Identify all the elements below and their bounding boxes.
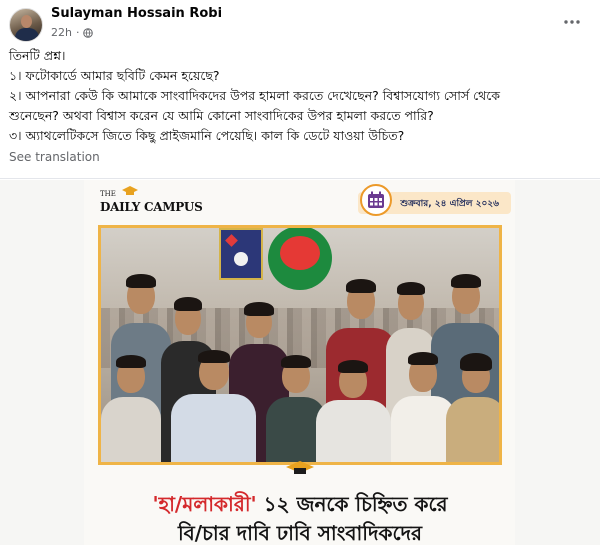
photocard: THE DAILY CAMPUS শুক্রবার, ২৪ এপ্রিল ২০২…: [84, 180, 515, 545]
post-line: ১। ফটোকার্ডে আমার ছবিটি কেমন হয়েছে?: [9, 68, 220, 83]
more-options-icon: [564, 20, 580, 24]
post-line: ২। আপনারা কেউ কি আমাকে সাংবাদিকদের উপর হ…: [9, 88, 501, 103]
chhatra-dal-emblem: [268, 228, 332, 290]
post-line: তিনটি প্রশ্ন।: [9, 48, 66, 63]
divider: [0, 178, 600, 179]
headline-red: 'হা/মলাকারী': [152, 492, 257, 516]
globe-icon: [83, 27, 94, 38]
post-text: তিনটি প্রশ্ন। ১। ফটোকার্ডে আমার ছবিটি কে…: [9, 46, 589, 146]
headline-rest: ১২ জনকে চিহ্নিত করে: [256, 492, 448, 516]
headline-line-2: বি/চার দাবি ঢাবি সাংবাদিকদের: [177, 521, 423, 545]
graduation-cap-icon: [286, 461, 314, 474]
post-line: ৩। অ্যাথলেটিকসে জিতে কিছু প্রাইজমানি পেয…: [9, 128, 405, 143]
post-time[interactable]: 22h: [51, 26, 72, 39]
post-line: শুনেছেন? অথবা বিশ্বাস করেন যে আমি কোনো স…: [9, 108, 434, 123]
graduation-cap-icon: [122, 186, 138, 195]
author-avatar[interactable]: [9, 8, 43, 42]
person: [171, 348, 256, 462]
post-header: Sulayman Hossain Robi 22h ·: [0, 0, 600, 46]
author-name[interactable]: Sulayman Hossain Robi: [51, 6, 222, 21]
person: [101, 353, 161, 462]
see-translation-link[interactable]: See translation: [9, 150, 100, 164]
date-text: শুক্রবার, ২৪ এপ্রিল ২০২৬: [400, 199, 499, 209]
more-options-button[interactable]: [562, 12, 582, 32]
dhaka-university-emblem: [219, 228, 263, 280]
person: [316, 358, 391, 462]
calendar-icon: [360, 184, 392, 216]
post-meta: 22h ·: [51, 26, 94, 39]
person: [446, 353, 499, 462]
group-photo: [98, 225, 502, 465]
post-photo[interactable]: THE DAILY CAMPUS শুক্রবার, ২৪ এপ্রিল ২০২…: [0, 180, 600, 545]
logo-name: DAILY CAMPUS: [100, 200, 203, 214]
logo-the: THE: [100, 190, 116, 198]
